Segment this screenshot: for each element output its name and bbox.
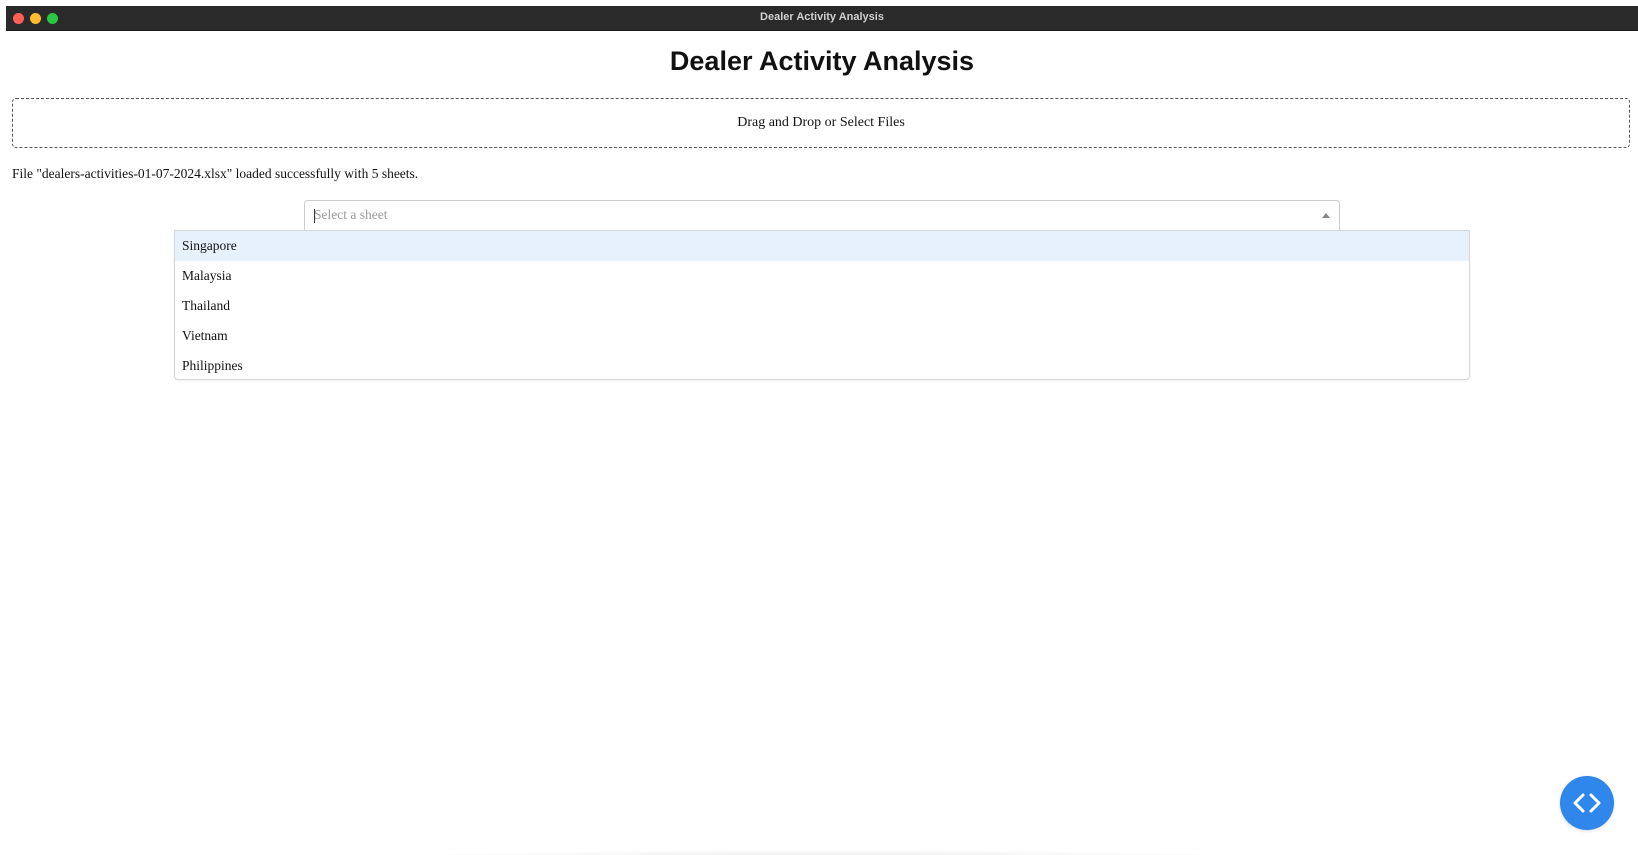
window-titlebar: Dealer Activity Analysis bbox=[6, 6, 1638, 31]
sheet-option-thailand[interactable]: Thailand bbox=[175, 291, 1469, 321]
sheet-option-malaysia[interactable]: Malaysia bbox=[175, 261, 1469, 291]
sheet-options-menu: Singapore Malaysia Thailand Vietnam Phil… bbox=[174, 230, 1470, 380]
app-window: Dealer Activity Analysis Dealer Activity… bbox=[6, 6, 1638, 855]
code-icon bbox=[1573, 793, 1601, 813]
sheet-select[interactable]: Select a sheet bbox=[304, 200, 1340, 230]
window-title: Dealer Activity Analysis bbox=[760, 11, 884, 23]
dock-shadow bbox=[326, 849, 1326, 855]
text-cursor bbox=[314, 209, 315, 223]
chevron-up-icon[interactable] bbox=[1322, 213, 1330, 218]
sheet-option-philippines[interactable]: Philippines bbox=[175, 351, 1469, 381]
status-message: File "dealers-activities-01-07-2024.xlsx… bbox=[12, 166, 419, 181]
upload-label: Drag and Drop or Select Files bbox=[737, 115, 905, 130]
sheet-option-vietnam[interactable]: Vietnam bbox=[175, 321, 1469, 351]
sheet-select-placeholder: Select a sheet bbox=[314, 207, 388, 222]
file-upload-dropzone[interactable]: Drag and Drop or Select Files bbox=[12, 98, 1630, 148]
sheet-option-singapore[interactable]: Singapore bbox=[175, 231, 1469, 261]
code-toggle-button[interactable] bbox=[1560, 776, 1614, 830]
page-title: Dealer Activity Analysis bbox=[669, 46, 975, 76]
